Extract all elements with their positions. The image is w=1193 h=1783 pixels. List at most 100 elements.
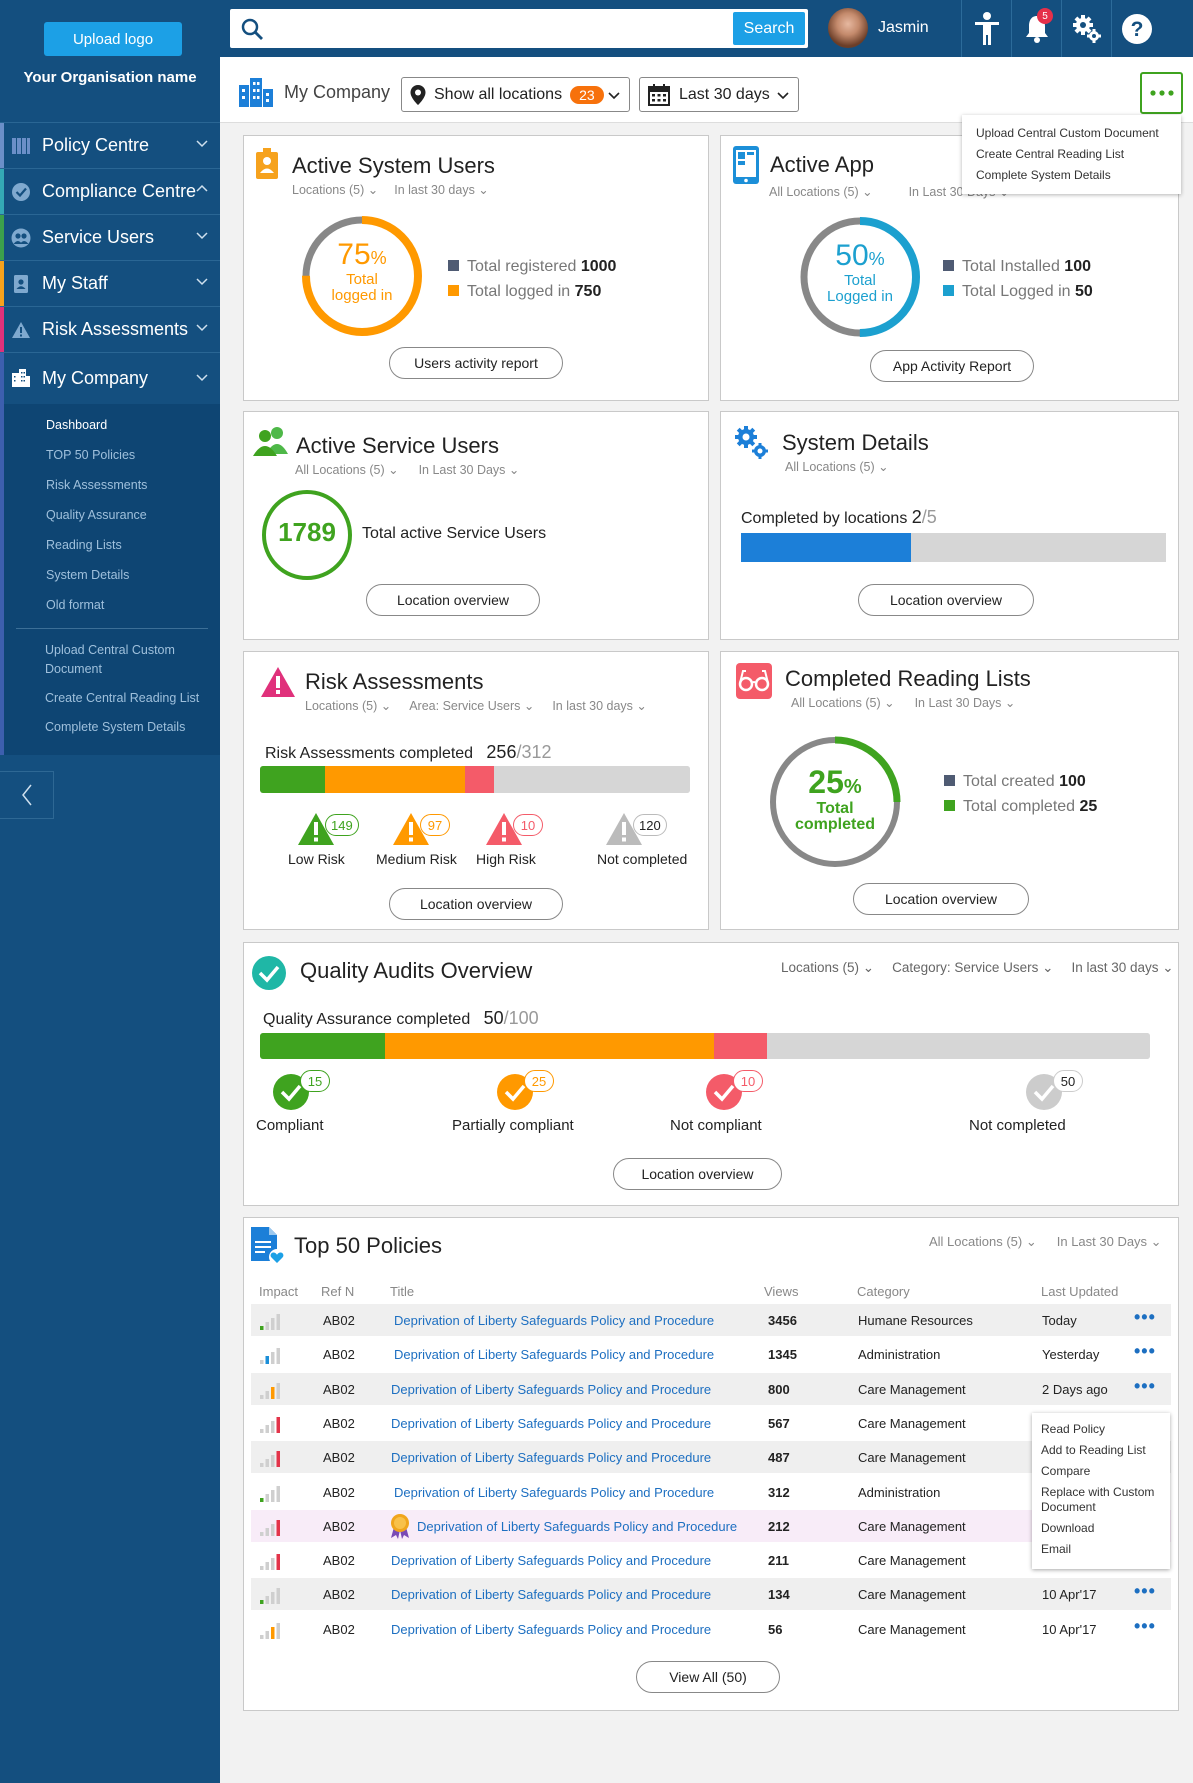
policy-title-link[interactable]: Deprivation of Liberty Safeguards Policy… [391, 1450, 711, 1465]
count-bubble: 97 [420, 814, 450, 836]
category-filter[interactable]: Category: Service Users ⌄ [892, 960, 1053, 976]
subnav-system-details[interactable]: System Details [0, 560, 220, 590]
nav-risk-assessments[interactable]: Risk Assessments [0, 306, 220, 352]
policy-title-link[interactable]: Deprivation of Liberty Safeguards Policy… [391, 1587, 711, 1602]
policy-title-link[interactable]: Deprivation of Liberty Safeguards Policy… [394, 1313, 714, 1328]
menu-replace-custom-document[interactable]: Replace with Custom Document [1041, 1485, 1170, 1515]
policy-title-link[interactable]: Deprivation of Liberty Safeguards Policy… [394, 1347, 714, 1362]
table-row[interactable]: AB02 Deprivation of Liberty Safeguards Po… [251, 1338, 1171, 1370]
risk-stat-3[interactable]: 120 Not completed [597, 812, 689, 867]
menu-email[interactable]: Email [1041, 1542, 1170, 1557]
upload-logo-button[interactable]: Upload logo [44, 22, 182, 56]
col-category[interactable]: Category [857, 1284, 910, 1299]
subnav-dashboard[interactable]: Dashboard [0, 410, 220, 440]
col-impact[interactable]: Impact [259, 1284, 298, 1299]
locations-filter[interactable]: Locations (5) ⌄ [305, 698, 391, 713]
locations-filter[interactable]: All Locations (5) ⌄ [791, 695, 895, 710]
stat-label: High Risk [476, 851, 536, 867]
subnav-reading-lists[interactable]: Reading Lists [0, 530, 220, 560]
row-actions-button[interactable]: ••• [1134, 1341, 1156, 1362]
notifications-button[interactable]: 5 [1011, 0, 1061, 57]
subnav-quality-assurance[interactable]: Quality Assurance [0, 500, 220, 530]
subnav-complete-system-details[interactable]: Complete System Details [0, 718, 200, 737]
menu-complete-system-details[interactable]: Complete System Details [976, 165, 1167, 186]
menu-create-reading-list[interactable]: Create Central Reading List [976, 144, 1167, 165]
view-all-button[interactable]: View All (50) [636, 1661, 780, 1693]
policy-title-link[interactable]: Deprivation of Liberty Safeguards Policy… [417, 1519, 737, 1534]
col-ref[interactable]: Ref N [321, 1284, 354, 1299]
app-activity-report-button[interactable]: App Activity Report [870, 350, 1034, 382]
stat-label: Compliant [256, 1117, 324, 1134]
period-filter[interactable]: In Last 30 Days ⌄ [419, 462, 520, 477]
locations-filter[interactable]: All Locations (5) ⌄ [769, 184, 873, 199]
search-input[interactable] [270, 17, 710, 39]
user-menu[interactable]: Jasmin [828, 8, 929, 48]
col-views[interactable]: Views [764, 1284, 798, 1299]
risk-stat-2[interactable]: 10 High Risk [476, 812, 569, 867]
subnav-risk-assessments[interactable]: Risk Assessments [0, 470, 220, 500]
more-actions-button[interactable] [1140, 72, 1183, 114]
col-last-updated[interactable]: Last Updated [1041, 1284, 1118, 1299]
users-activity-report-button[interactable]: Users activity report [389, 347, 563, 379]
nav-policy-centre[interactable]: Policy Centre [0, 122, 220, 168]
nav-my-staff[interactable]: My Staff [0, 260, 220, 306]
row-actions-button[interactable]: ••• [1134, 1616, 1156, 1637]
risk-stat-1[interactable]: 97 Medium Risk [376, 812, 476, 867]
table-row[interactable]: AB02 Deprivation of Liberty Safeguards Po… [251, 1304, 1171, 1336]
table-row[interactable]: AB02 Deprivation of Liberty Safeguards Po… [251, 1372, 1171, 1405]
nav-compliance-centre[interactable]: Compliance Centre [0, 168, 220, 214]
policy-title-link[interactable]: Deprivation of Liberty Safeguards Policy… [391, 1622, 711, 1637]
table-row[interactable]: AB02 Deprivation of Liberty Safeguards Po… [251, 1578, 1171, 1611]
help-button[interactable]: ? [1111, 0, 1161, 57]
accessibility-icon [974, 11, 999, 45]
subnav-upload-custom-document[interactable]: Upload Central Custom Document [0, 641, 200, 679]
search-button[interactable]: Search [733, 12, 805, 45]
location-overview-button[interactable]: Location overview [858, 584, 1034, 616]
locations-filter[interactable]: All Locations (5) ⌄ [785, 459, 889, 474]
risk-assessments-card: Risk Assessments Locations (5) ⌄ Area: S… [243, 651, 709, 930]
sidebar-collapse-button[interactable] [0, 771, 54, 819]
location-overview-button[interactable]: Location overview [389, 888, 563, 920]
accessibility-button[interactable] [961, 0, 1011, 57]
location-overview-button[interactable]: Location overview [366, 584, 540, 616]
menu-upload-custom-document[interactable]: Upload Central Custom Document [976, 123, 1167, 144]
nav-my-company[interactable]: My Company [0, 352, 220, 404]
menu-download[interactable]: Download [1041, 1521, 1170, 1536]
policy-title-link[interactable]: Deprivation of Liberty Safeguards Policy… [391, 1553, 711, 1568]
glasses-icon [736, 663, 772, 699]
area-filter[interactable]: Area: Service Users ⌄ [409, 698, 534, 713]
col-title[interactable]: Title [390, 1284, 414, 1299]
row-actions-button[interactable]: ••• [1134, 1376, 1156, 1397]
location-overview-button[interactable]: Location overview [613, 1158, 782, 1190]
policy-title-link[interactable]: Deprivation of Liberty Safeguards Policy… [394, 1485, 714, 1500]
period-select[interactable]: Last 30 days [639, 77, 799, 112]
table-row[interactable]: AB02 Deprivation of Liberty Safeguards Po… [251, 1613, 1171, 1645]
policy-title-link[interactable]: Deprivation of Liberty Safeguards Policy… [391, 1416, 711, 1431]
risk-stat-0[interactable]: 149 Low Risk [288, 812, 381, 867]
menu-read-policy[interactable]: Read Policy [1041, 1422, 1170, 1437]
locations-filter[interactable]: Locations (5) ⌄ [781, 960, 874, 976]
period-filter[interactable]: In last 30 days ⌄ [552, 698, 647, 713]
subnav-top-50-policies[interactable]: TOP 50 Policies [0, 440, 220, 470]
menu-add-to-reading-list[interactable]: Add to Reading List [1041, 1443, 1170, 1458]
locations-select[interactable]: Show all locations 23 [401, 77, 630, 112]
locations-filter[interactable]: All Locations (5) ⌄ [295, 462, 399, 477]
location-overview-button[interactable]: Location overview [853, 883, 1029, 915]
period-filter[interactable]: In Last 30 Days ⌄ [1057, 1234, 1162, 1250]
updated-cell: Yesterday [1042, 1347, 1100, 1363]
views-cell: 3456 [768, 1313, 797, 1328]
subnav-old-format[interactable]: Old format [0, 590, 220, 620]
locations-filter[interactable]: Locations (5) ⌄ [292, 182, 378, 197]
chevron-down-icon [196, 140, 208, 148]
policy-title-link[interactable]: Deprivation of Liberty Safeguards Policy… [391, 1382, 711, 1397]
row-actions-button[interactable]: ••• [1134, 1581, 1156, 1602]
subnav-create-reading-list[interactable]: Create Central Reading List [0, 689, 200, 708]
row-actions-button[interactable]: ••• [1134, 1307, 1156, 1328]
locations-filter[interactable]: All Locations (5) ⌄ [929, 1234, 1037, 1250]
nav-service-users[interactable]: Service Users [0, 214, 220, 260]
settings-button[interactable] [1061, 0, 1111, 57]
period-filter[interactable]: In Last 30 Days ⌄ [915, 695, 1016, 710]
menu-compare[interactable]: Compare [1041, 1464, 1170, 1479]
period-filter[interactable]: In last 30 days ⌄ [1071, 960, 1173, 976]
period-filter[interactable]: In last 30 days ⌄ [394, 182, 489, 197]
